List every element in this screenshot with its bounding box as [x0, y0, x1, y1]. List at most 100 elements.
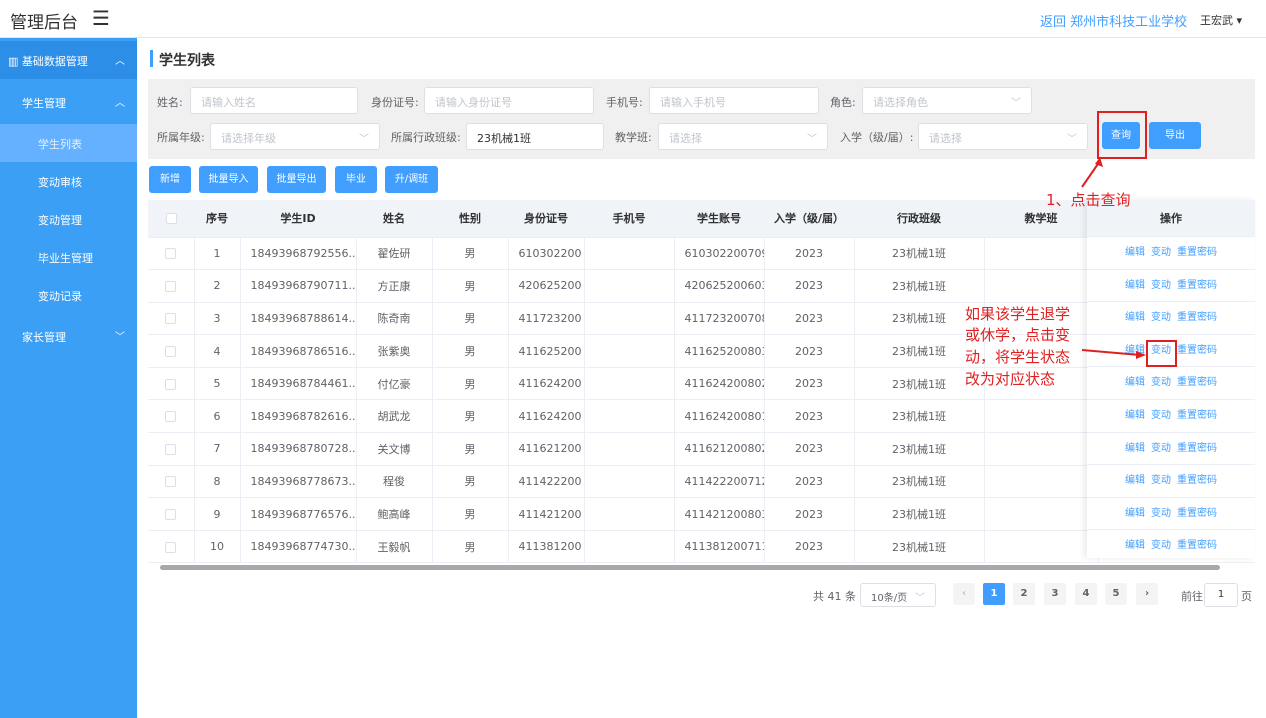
- reset-password-link[interactable]: 重置密码: [1177, 508, 1217, 519]
- page-2-button[interactable]: 2: [1013, 583, 1035, 605]
- select-all-checkbox[interactable]: [148, 200, 194, 238]
- reset-password-link[interactable]: 重置密码: [1177, 345, 1217, 356]
- enroll-select[interactable]: 请选择 ﹀: [918, 123, 1088, 150]
- horizontal-scrollbar[interactable]: [148, 563, 1255, 571]
- phone-input[interactable]: 请输入手机号: [649, 87, 819, 114]
- student-id-cell: 18493968782616...: [240, 399, 357, 434]
- user-menu[interactable]: 王宏武 ▾: [1200, 12, 1242, 28]
- batch-export-button[interactable]: 批量导出: [267, 166, 326, 193]
- edit-link[interactable]: 编辑: [1125, 443, 1145, 454]
- name-cell: 关文博: [356, 432, 433, 466]
- hamburger-icon[interactable]: ☰: [92, 6, 110, 30]
- page-1-button[interactable]: 1: [983, 583, 1005, 605]
- change-link[interactable]: 变动: [1151, 540, 1171, 551]
- edit-link[interactable]: 编辑: [1125, 312, 1145, 323]
- row-checkbox[interactable]: [148, 334, 195, 368]
- top-bar: 管理后台 ☰ 返回 郑州市科技工业学校 王宏武 ▾: [0, 0, 1266, 38]
- row-checkbox[interactable]: [148, 432, 195, 466]
- edit-link[interactable]: 编辑: [1125, 410, 1145, 421]
- phone-cell: [584, 432, 675, 466]
- user-name: 王宏武: [1200, 14, 1233, 27]
- row-index: 5: [194, 367, 241, 401]
- page-4-button[interactable]: 4: [1075, 583, 1097, 605]
- row-checkbox[interactable]: [148, 399, 195, 434]
- grade-select[interactable]: 请选择年级 ﹀: [210, 123, 380, 150]
- goto-page-input[interactable]: 1: [1204, 583, 1238, 607]
- add-button[interactable]: 新增: [149, 166, 191, 193]
- sidebar-group-basic-data[interactable]: ▥ 基础数据管理 ︿: [0, 41, 137, 79]
- column-header: 序号: [194, 200, 240, 238]
- name-input[interactable]: 请输入姓名: [190, 87, 358, 114]
- idcard-input[interactable]: 请输入身份证号: [424, 87, 594, 114]
- row-checkbox[interactable]: [148, 269, 195, 303]
- edit-link[interactable]: 编辑: [1125, 377, 1145, 388]
- sidebar-item-change-records[interactable]: 变动记录: [0, 276, 137, 314]
- scrollbar-thumb[interactable]: [160, 565, 1220, 570]
- prev-page-button[interactable]: ‹: [953, 583, 975, 605]
- edit-link[interactable]: 编辑: [1125, 247, 1145, 258]
- row-checkbox[interactable]: [148, 302, 195, 336]
- sidebar-item-change-management[interactable]: 变动管理: [0, 200, 137, 238]
- role-select[interactable]: 请选择角色 ﹀: [862, 87, 1032, 114]
- sidebar-item-student-list[interactable]: 学生列表: [0, 124, 137, 162]
- edit-link[interactable]: 编辑: [1125, 280, 1145, 291]
- reset-password-link[interactable]: 重置密码: [1177, 540, 1217, 551]
- phone-cell: [584, 367, 675, 401]
- change-link[interactable]: 变动: [1151, 443, 1171, 454]
- row-checkbox[interactable]: [148, 465, 195, 499]
- sidebar-group-student[interactable]: 学生管理 ︿: [0, 83, 137, 121]
- phone-cell: [584, 334, 675, 368]
- role-label: 角色:: [830, 96, 856, 109]
- class-select[interactable]: 23机械1班: [466, 123, 604, 150]
- reset-password-link[interactable]: 重置密码: [1177, 280, 1217, 291]
- page-3-button[interactable]: 3: [1044, 583, 1066, 605]
- edit-link[interactable]: 编辑: [1125, 475, 1145, 486]
- row-checkbox[interactable]: [148, 530, 195, 564]
- column-header: 学生账号: [674, 200, 764, 238]
- batch-import-button[interactable]: 批量导入: [199, 166, 258, 193]
- class-cell: 23机械1班: [854, 269, 985, 303]
- sidebar-item-graduates[interactable]: 毕业生管理: [0, 238, 137, 276]
- page-size-select[interactable]: 10条/页 ﹀: [860, 583, 936, 607]
- gender-cell: 男: [432, 530, 509, 564]
- promote-button[interactable]: 升/调班: [385, 166, 438, 193]
- row-checkbox[interactable]: [148, 497, 195, 531]
- row-index: 1: [194, 237, 241, 271]
- row-index: 7: [194, 432, 241, 466]
- next-page-button[interactable]: ›: [1136, 583, 1158, 605]
- reset-password-link[interactable]: 重置密码: [1177, 410, 1217, 421]
- reset-password-link[interactable]: 重置密码: [1177, 377, 1217, 388]
- change-link[interactable]: 变动: [1151, 410, 1171, 421]
- change-link[interactable]: 变动: [1151, 280, 1171, 291]
- page-5-button[interactable]: 5: [1105, 583, 1127, 605]
- query-highlight-box: [1097, 111, 1147, 159]
- step-annotation: 1、点击查询: [1046, 191, 1131, 209]
- sidebar: ▥ 基础数据管理 ︿ 学生管理 ︿ 学生列表 变动审核 变动管理 毕业生管理 变…: [0, 38, 137, 718]
- reset-password-link[interactable]: 重置密码: [1177, 247, 1217, 258]
- change-link[interactable]: 变动: [1151, 508, 1171, 519]
- export-button[interactable]: 导出: [1149, 122, 1201, 149]
- change-link[interactable]: 变动: [1151, 247, 1171, 258]
- reset-password-link[interactable]: 重置密码: [1177, 443, 1217, 454]
- enroll-cell: 2023: [764, 497, 855, 531]
- edit-link[interactable]: 编辑: [1125, 540, 1145, 551]
- row-checkbox[interactable]: [148, 237, 195, 271]
- arrow-to-change-icon: [1081, 349, 1146, 359]
- sidebar-item-label: 变动管理: [38, 214, 82, 227]
- reset-password-link[interactable]: 重置密码: [1177, 312, 1217, 323]
- change-link[interactable]: 变动: [1151, 475, 1171, 486]
- sidebar-group-parent[interactable]: 家长管理 ﹀: [0, 317, 137, 355]
- row-checkbox[interactable]: [148, 367, 195, 401]
- sidebar-item-change-review[interactable]: 变动审核: [0, 162, 137, 200]
- gender-cell: 男: [432, 334, 509, 368]
- reset-password-link[interactable]: 重置密码: [1177, 475, 1217, 486]
- edit-link[interactable]: 编辑: [1125, 508, 1145, 519]
- change-link[interactable]: 变动: [1151, 377, 1171, 388]
- teach-class-select[interactable]: 请选择 ﹀: [658, 123, 828, 150]
- account-cell: 411421200803: [674, 497, 765, 531]
- back-to-school-link[interactable]: 返回 郑州市科技工业学校: [1040, 11, 1187, 30]
- teach-class-cell: [984, 465, 1099, 499]
- change-link[interactable]: 变动: [1151, 312, 1171, 323]
- student-id-cell: 18493968776576...: [240, 497, 357, 531]
- graduate-button[interactable]: 毕业: [335, 166, 377, 193]
